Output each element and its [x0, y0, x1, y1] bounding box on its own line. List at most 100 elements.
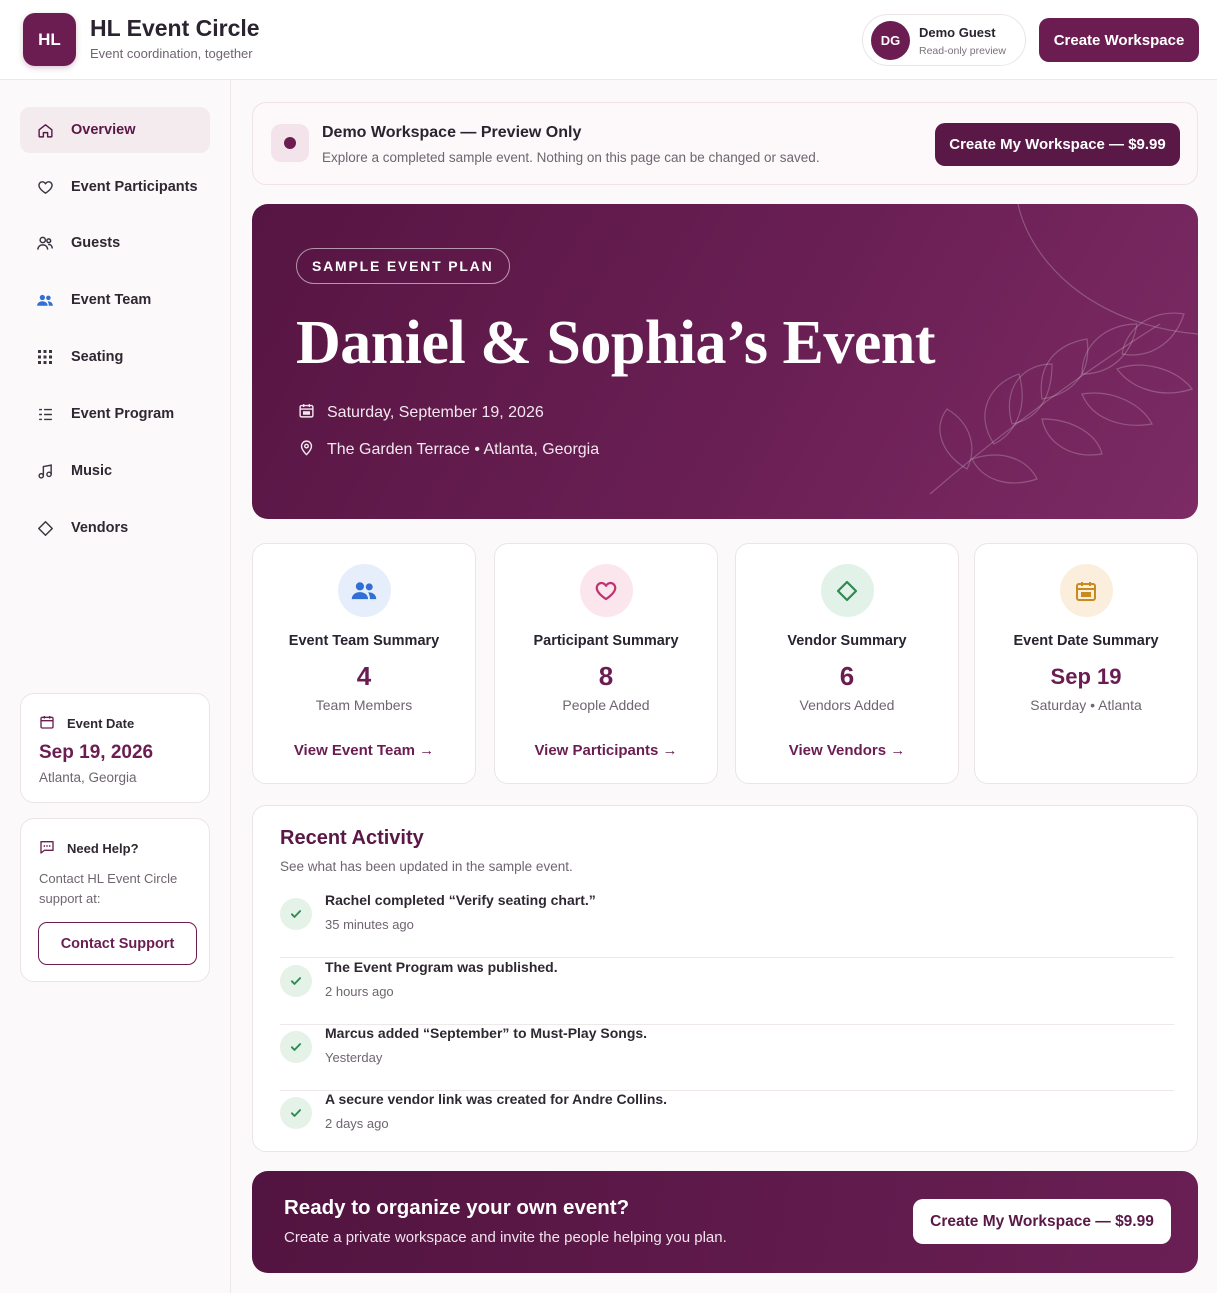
vendor-summary-card: Vendor Summary 6 Vendors Added View Vend… — [735, 543, 959, 784]
sidebar-item-label: Event Participants — [71, 179, 198, 195]
sidebar-item-label: Music — [71, 463, 113, 479]
list-item: Rachel completed “Verify seating chart.”… — [280, 892, 1174, 958]
recent-activity-subtitle: See what has been updated in the sample … — [280, 859, 573, 874]
app-header: HL HL Event Circle Event coordination, t… — [0, 0, 1217, 80]
sidebar-item-label: Seating — [71, 349, 124, 365]
help-heading-text: Need Help? — [67, 841, 139, 856]
event-location-line: The Garden Terrace • Atlanta, Georgia — [298, 439, 599, 461]
help-heading: Need Help? — [39, 839, 139, 858]
demo-banner-title: Demo Workspace — Preview Only — [322, 124, 582, 141]
check-icon — [280, 898, 312, 930]
activity-text: Rachel completed “Verify seating chart.” — [325, 892, 596, 908]
summary-title: Participant Summary — [533, 633, 679, 649]
list-item: The Event Program was published. 2 hours… — [280, 959, 1174, 1025]
heart-icon — [579, 564, 633, 617]
event-date-line: Saturday, September 19, 2026 — [298, 402, 544, 424]
grid-icon — [36, 348, 54, 366]
event-date-heading-text: Event Date — [67, 716, 135, 731]
create-my-workspace-button[interactable]: Create My Workspace — $9.99 — [935, 123, 1180, 166]
recent-activity-title: Recent Activity — [280, 827, 424, 849]
event-date-summary-card: Event Date Summary Sep 19 Saturday • Atl… — [974, 543, 1198, 784]
calendar-icon — [1059, 564, 1113, 617]
help-card: Need Help? Contact HL Event Circle suppo… — [20, 818, 210, 982]
activity-text: A secure vendor link was created for And… — [325, 1091, 668, 1107]
view-participants-link[interactable]: View Participants → — [495, 742, 717, 759]
event-date-card: Event Date Sep 19, 2026 Atlanta, Georgia — [20, 693, 210, 803]
summary-value: Sep 19 — [1050, 664, 1122, 689]
recent-activity-panel: Recent Activity See what has been update… — [252, 805, 1198, 1152]
location-pin-icon — [298, 439, 315, 461]
brand-tagline: Event coordination, together — [90, 46, 253, 61]
user-role: Read-only preview — [919, 45, 1006, 57]
help-text: Contact HL Event Circle support at: — [39, 871, 178, 906]
summary-title: Event Team Summary — [288, 633, 440, 649]
view-event-team-link[interactable]: View Event Team → — [253, 742, 475, 759]
contact-support-button[interactable]: Contact Support — [38, 922, 197, 965]
sidebar: Overview Event Participants Guests Event… — [0, 80, 231, 1293]
music-note-icon — [36, 462, 54, 480]
event-team-summary-card: Event Team Summary 4 Team Members View E… — [252, 543, 476, 784]
sidebar-item-overview[interactable]: Overview — [20, 107, 210, 153]
avatar: DG — [871, 21, 910, 60]
summary-title: Event Date Summary — [1013, 633, 1159, 649]
sidebar-item-seating[interactable]: Seating — [20, 334, 210, 380]
summary-subtitle: Vendors Added — [799, 697, 895, 713]
summary-subtitle: People Added — [562, 697, 650, 713]
check-icon — [280, 1031, 312, 1063]
sidebar-item-event-participants[interactable]: Event Participants — [20, 164, 210, 210]
sidebar-item-event-program[interactable]: Event Program — [20, 391, 210, 437]
activity-time: 35 minutes ago — [325, 917, 414, 932]
event-date-location: Atlanta, Georgia — [39, 770, 137, 785]
sidebar-item-vendors[interactable]: Vendors — [20, 505, 210, 551]
participant-summary-card: Participant Summary 8 People Added View … — [494, 543, 718, 784]
event-date-heading: Event Date — [39, 714, 134, 733]
sidebar-item-guests[interactable]: Guests — [20, 220, 210, 266]
list-item: Marcus added “September” to Must-Play So… — [280, 1025, 1174, 1091]
demo-banner-subtitle: Explore a completed sample event. Nothin… — [322, 150, 820, 165]
chat-icon — [39, 839, 55, 858]
summary-value: 4 — [356, 661, 372, 691]
user-menu[interactable]: DG Demo Guest Read-only preview — [862, 14, 1026, 66]
event-location-text: The Garden Terrace • Atlanta, Georgia — [327, 441, 600, 458]
list-icon — [36, 405, 54, 423]
summary-title: Vendor Summary — [787, 633, 907, 649]
app-logo[interactable]: HL — [23, 13, 76, 66]
home-icon — [36, 121, 54, 139]
sidebar-item-event-team[interactable]: Event Team — [20, 277, 210, 323]
diamond-icon — [36, 519, 54, 537]
team-icon — [36, 291, 54, 309]
event-title: Daniel & Sophia’s Event — [296, 309, 936, 377]
create-workspace-button[interactable]: Create Workspace — [1039, 18, 1199, 62]
summary-value: 8 — [598, 661, 614, 691]
calendar-icon — [39, 714, 55, 733]
list-item: A secure vendor link was created for And… — [280, 1091, 1174, 1157]
event-hero: SAMPLE EVENT PLAN Daniel & Sophia’s Even… — [252, 204, 1198, 519]
activity-text: The Event Program was published. — [325, 959, 558, 975]
demo-status-icon — [271, 124, 309, 162]
event-date-text: Saturday, September 19, 2026 — [327, 404, 544, 421]
summary-value: 6 — [839, 661, 855, 691]
calendar-icon — [298, 402, 315, 424]
sidebar-item-label: Event Team — [71, 292, 152, 308]
diamond-icon — [820, 564, 874, 617]
check-icon — [280, 965, 312, 997]
user-name: Demo Guest — [919, 25, 996, 40]
cta-create-workspace-button[interactable]: Create My Workspace — $9.99 — [913, 1199, 1171, 1244]
sidebar-item-label: Event Program — [71, 406, 175, 422]
activity-text: Marcus added “September” to Must-Play So… — [325, 1025, 648, 1041]
sidebar-item-label: Guests — [71, 235, 121, 251]
sample-plan-badge: SAMPLE EVENT PLAN — [296, 248, 510, 284]
cta-subtitle: Create a private workspace and invite th… — [284, 1229, 727, 1246]
sidebar-item-music[interactable]: Music — [20, 448, 210, 494]
activity-time: 2 days ago — [325, 1116, 389, 1131]
sidebar-item-label: Overview — [71, 122, 136, 138]
heart-icon — [36, 178, 54, 196]
summary-subtitle: Team Members — [315, 697, 413, 713]
view-vendors-link[interactable]: View Vendors → — [736, 742, 958, 759]
brand-name: HL Event Circle — [90, 15, 260, 41]
team-icon — [337, 564, 391, 617]
activity-time: 2 hours ago — [325, 984, 394, 999]
sidebar-item-label: Vendors — [71, 520, 129, 536]
check-icon — [280, 1097, 312, 1129]
demo-banner: Demo Workspace — Preview Only Explore a … — [252, 102, 1198, 185]
